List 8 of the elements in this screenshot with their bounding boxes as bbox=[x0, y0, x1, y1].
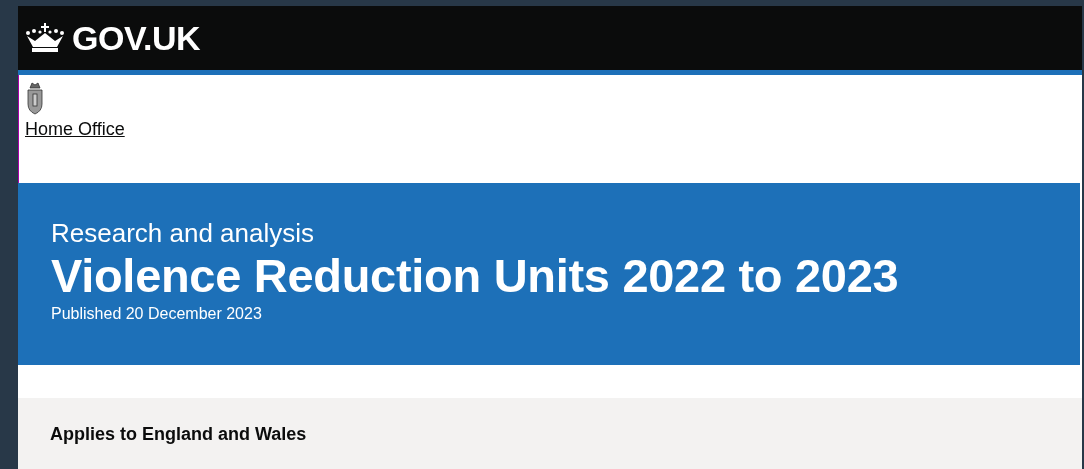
applies-to-text: Applies to England and Wales bbox=[50, 424, 308, 445]
crest-icon bbox=[25, 80, 45, 116]
published-date: Published 20 December 2023 bbox=[51, 304, 263, 324]
crown-icon bbox=[25, 23, 65, 53]
organisation-link[interactable]: Home Office bbox=[25, 119, 125, 140]
home-link[interactable]: GOV.UK bbox=[25, 18, 200, 58]
page-title: Violence Reduction Units 2022 to 2023 bbox=[51, 249, 900, 303]
page-context: Research and analysis bbox=[51, 217, 316, 249]
